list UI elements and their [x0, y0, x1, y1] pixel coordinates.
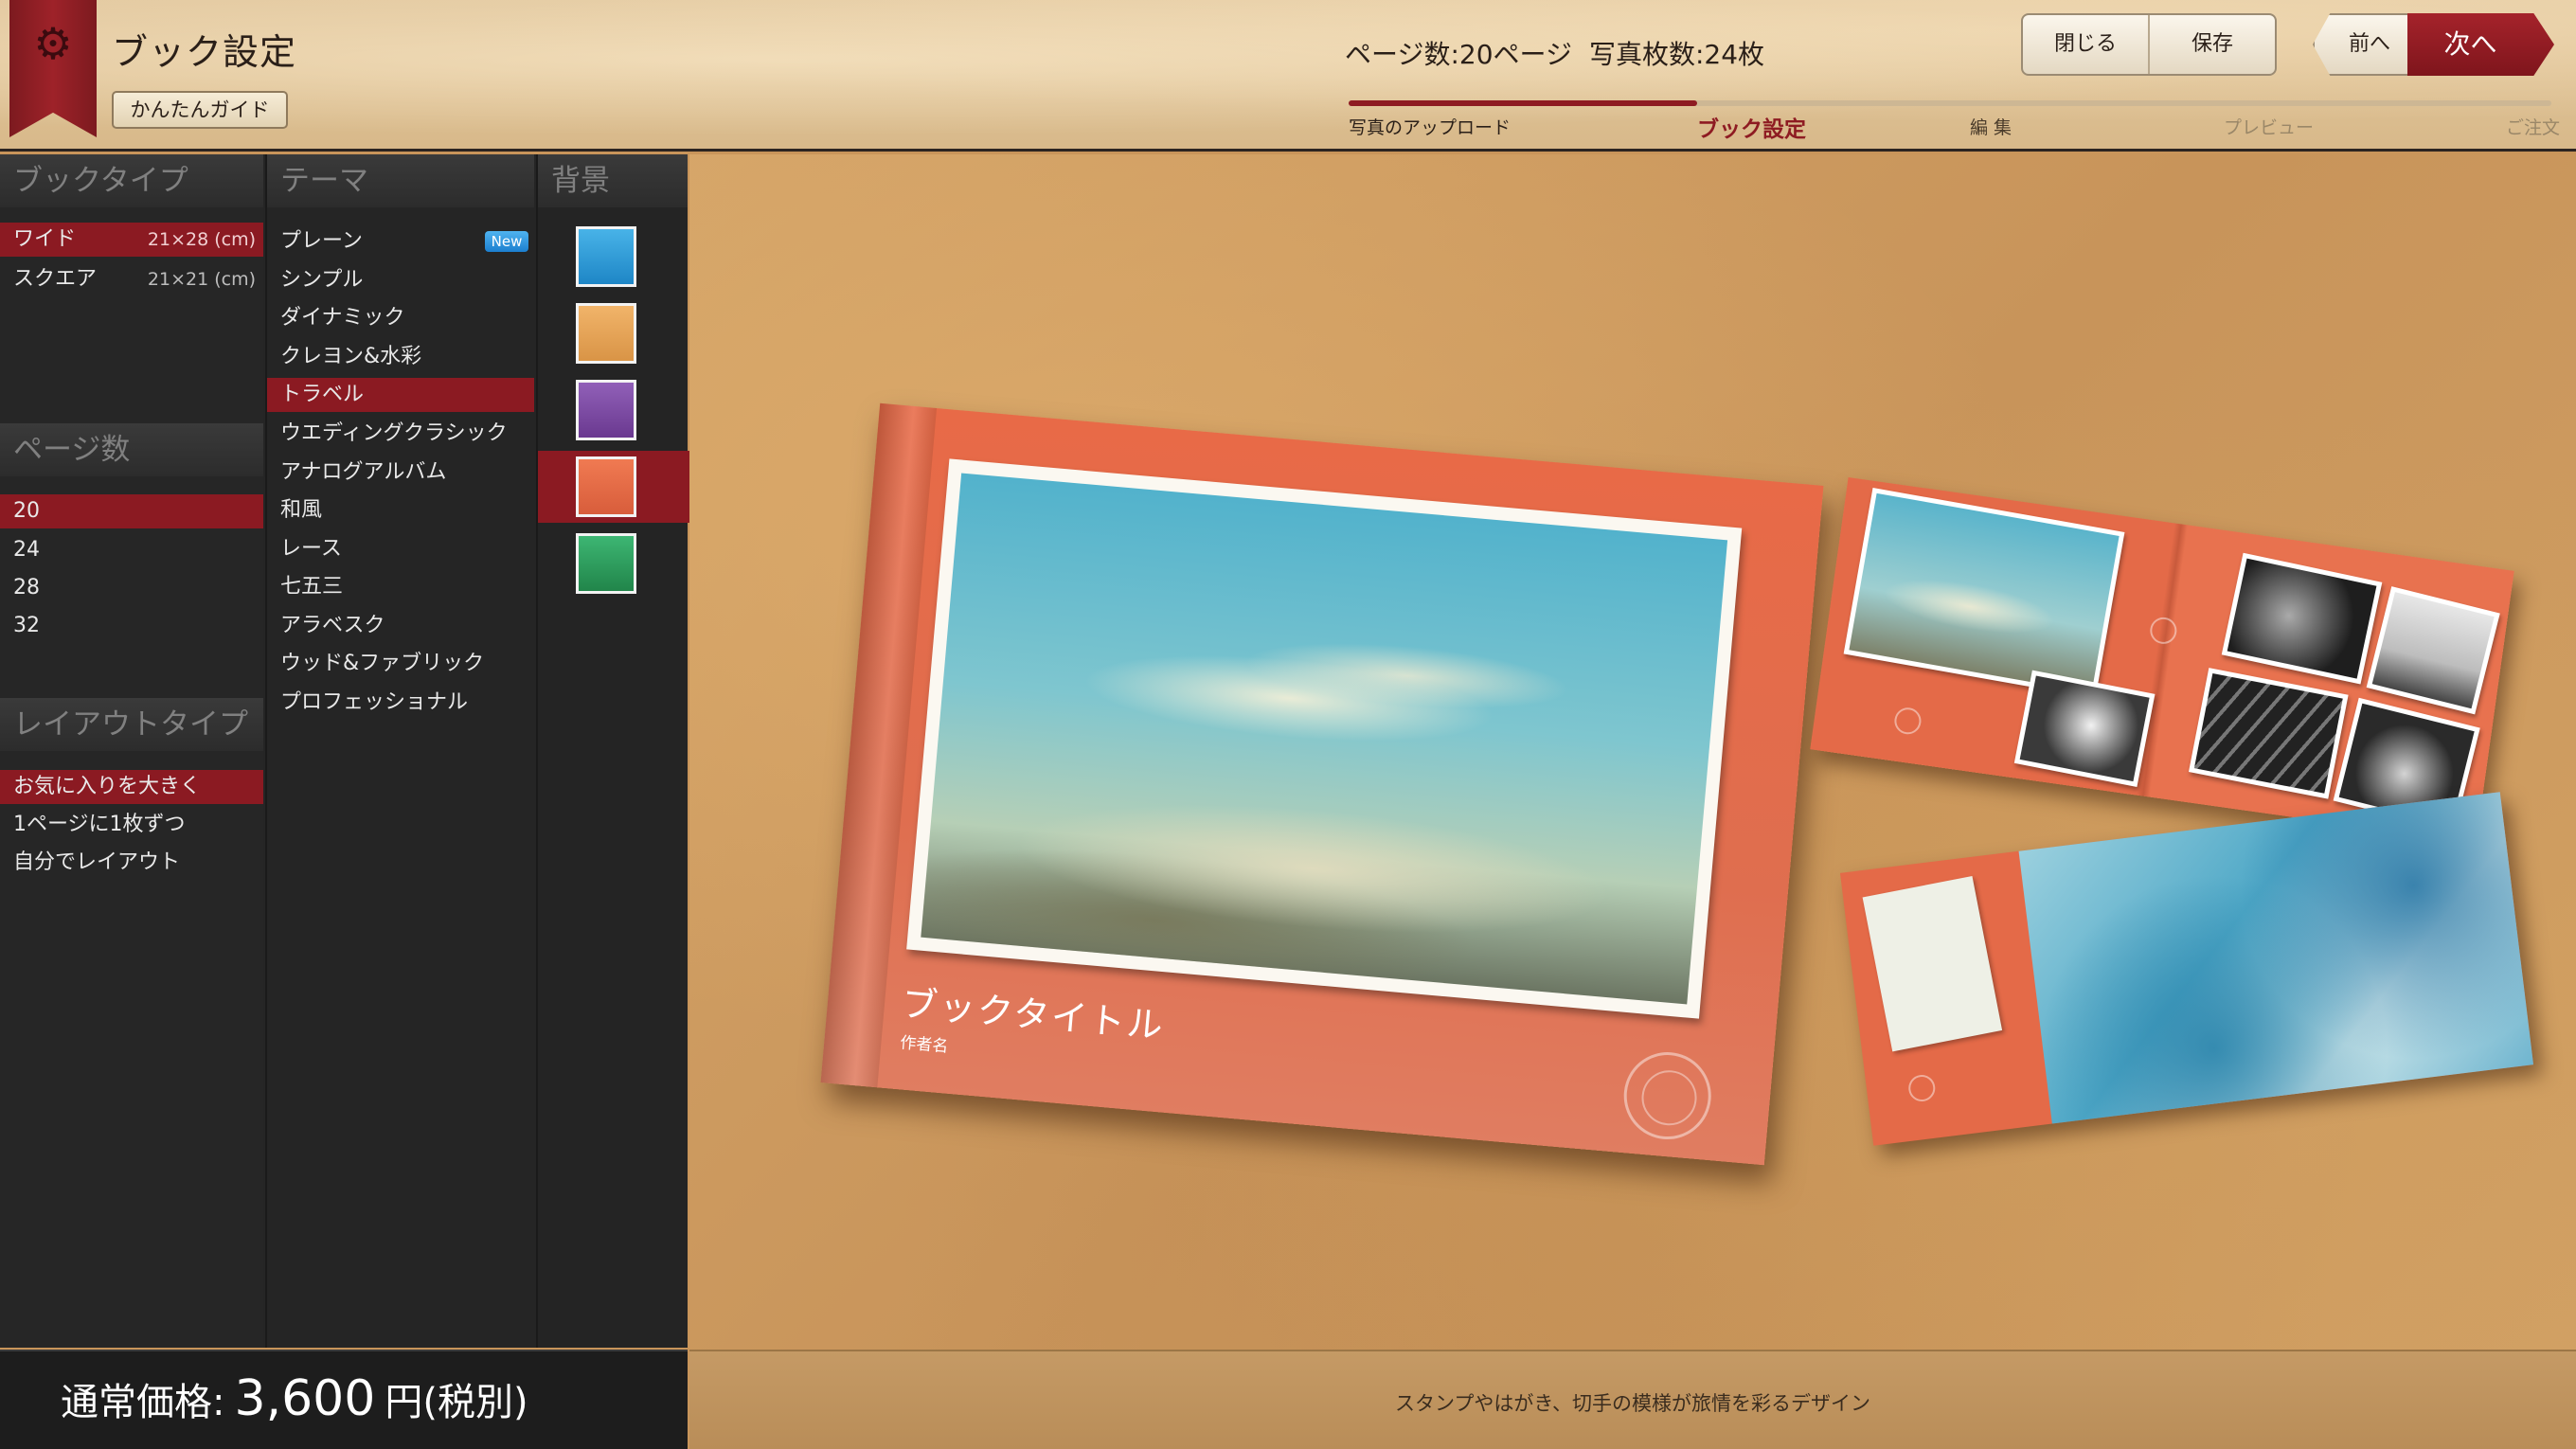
spread-photo-sky: [1843, 488, 2125, 699]
booktype-heading: ブックタイプ: [0, 154, 263, 207]
pages-option-20[interactable]: 20: [0, 494, 263, 528]
theme-travel[interactable]: トラベル: [267, 378, 534, 412]
travel-stamp-icon: [1619, 1048, 1715, 1143]
close-button[interactable]: 閉じる: [2023, 15, 2148, 74]
theme-heading: テーマ: [267, 154, 534, 207]
theme-arabesque[interactable]: アラベスク: [267, 609, 534, 643]
theme-wood-fabric[interactable]: ウッド&ファブリック: [267, 647, 534, 681]
booktype-wide[interactable]: ワイド 21×28 (cm): [0, 223, 263, 257]
bg-swatch-coral[interactable]: [538, 451, 689, 523]
booktype-wide-size: 21×28 (cm): [147, 229, 256, 250]
prev-button[interactable]: 前へ: [2313, 13, 2409, 76]
progress-track: [1349, 100, 2551, 106]
bg-swatch-orange[interactable]: [538, 297, 689, 369]
progress-fill: [1349, 100, 1698, 106]
column-background: 背景: [536, 154, 689, 1348]
page-count-text: ページ数:20ページ: [1345, 39, 1572, 70]
theme-lace[interactable]: レース: [267, 532, 534, 566]
theme-plain-label: プレーン: [280, 229, 363, 253]
stamp-icon: [1892, 706, 1923, 737]
spread-photo-bw-1: [2221, 552, 2383, 685]
photo-count-text: 写真枚数:24枚: [1588, 39, 1765, 70]
save-button[interactable]: 保存: [2148, 15, 2275, 74]
easy-guide-button[interactable]: かんたんガイド: [112, 91, 288, 129]
price-amount: 3,600: [234, 1370, 376, 1427]
price-label: 通常価格:: [61, 1381, 225, 1424]
settings-ribbon: ⚙: [9, 0, 97, 137]
book-cover-preview: ブックタイトル 作者名: [820, 402, 1824, 1166]
background-heading: 背景: [538, 154, 688, 207]
booktype-square-size: 21×21 (cm): [147, 269, 256, 290]
pages-heading: ページ数: [0, 423, 263, 476]
pages-option-24[interactable]: 24: [0, 533, 263, 567]
pages-option-28[interactable]: 28: [0, 571, 263, 605]
step-upload: 写真のアップロード: [1349, 117, 1512, 138]
bg-swatch-green[interactable]: [538, 528, 689, 599]
step-preview: プレビュー: [2224, 117, 2315, 138]
theme-crayon-watercolor[interactable]: クレヨン&水彩: [267, 340, 534, 374]
swatch-color: [576, 456, 636, 517]
spread-photo-doll: [2013, 670, 2156, 787]
top-header: ⚙ ブック設定 かんたんガイド ページ数:20ページ 写真枚数:24枚 閉じる 保…: [0, 0, 2576, 152]
cover-author: 作者名: [899, 1033, 950, 1057]
theme-analog-album[interactable]: アナログアルバム: [267, 456, 534, 490]
price-bar: 通常価格: 3,600 円(税別): [0, 1350, 688, 1449]
close-save-group: 閉じる 保存: [2021, 13, 2277, 76]
cover-sky-photo: [921, 473, 1728, 1005]
theme-dynamic[interactable]: ダイナミック: [267, 301, 534, 335]
spread-photo-bw-3: [2189, 668, 2349, 799]
stamp-icon: [2148, 616, 2179, 646]
book-counts: ページ数:20ページ 写真枚数:24枚: [1345, 34, 1781, 72]
swatch-color: [576, 533, 636, 594]
page-title: ブック設定: [112, 31, 297, 73]
postcard-note: [1862, 875, 2003, 1052]
cover-photo-frame: [906, 458, 1743, 1019]
theme-caption: スタンプやはがき、切手の模様が旅情を彩るデザイン: [1395, 1392, 1870, 1415]
bg-swatch-purple[interactable]: [538, 374, 689, 446]
column-theme: テーマ プレーン New シンプル ダイナミック クレヨン&水彩 トラベル ウエ…: [265, 154, 534, 1348]
price-unit: 円(税別): [385, 1381, 528, 1424]
swatch-color: [576, 380, 636, 440]
theme-plain[interactable]: プレーン New: [267, 224, 534, 259]
swatch-color: [576, 303, 636, 364]
bg-swatch-blue[interactable]: [538, 221, 689, 293]
theme-caption-bar: スタンプやはがき、切手の模様が旅情を彩るデザイン: [689, 1350, 2576, 1449]
stamp-icon: [1906, 1073, 1937, 1103]
step-edit: 編 集: [1970, 117, 2012, 138]
gear-icon: ⚙: [33, 18, 73, 69]
step-order: ご注文: [2506, 117, 2561, 138]
layout-option-favorite-large[interactable]: お気に入りを大きく: [0, 770, 263, 804]
layout-heading: レイアウトタイプ: [0, 698, 263, 751]
column-book-options: ブックタイプ ワイド 21×28 (cm) スクエア 21×21 (cm) ペー…: [0, 154, 263, 1348]
settings-sidebar: ブックタイプ ワイド 21×28 (cm) スクエア 21×21 (cm) ペー…: [0, 154, 689, 1348]
layout-option-one-per-page[interactable]: 1ページに1枚ずつ: [0, 808, 263, 842]
booktype-square-label: スクエア: [13, 267, 98, 291]
theme-simple[interactable]: シンプル: [267, 263, 534, 297]
swatch-color: [576, 226, 636, 287]
spread-photo-umbrella: [2018, 792, 2534, 1124]
theme-shichigosan[interactable]: 七五三: [267, 570, 534, 604]
theme-japanese[interactable]: 和風: [267, 493, 534, 528]
new-badge: New: [485, 231, 528, 252]
theme-professional[interactable]: プロフェッショナル: [267, 686, 534, 720]
layout-option-custom[interactable]: 自分でレイアウト: [0, 846, 263, 880]
booktype-square[interactable]: スクエア 21×21 (cm): [0, 262, 263, 296]
spread-photo-bw-2: [2366, 586, 2500, 715]
booktype-wide-label: ワイド: [13, 227, 77, 251]
pages-option-32[interactable]: 32: [0, 609, 263, 643]
step-book-settings: ブック設定: [1697, 117, 1806, 142]
theme-wedding-classic[interactable]: ウエディングクラシック: [267, 417, 534, 451]
next-button[interactable]: 次へ: [2407, 13, 2554, 76]
